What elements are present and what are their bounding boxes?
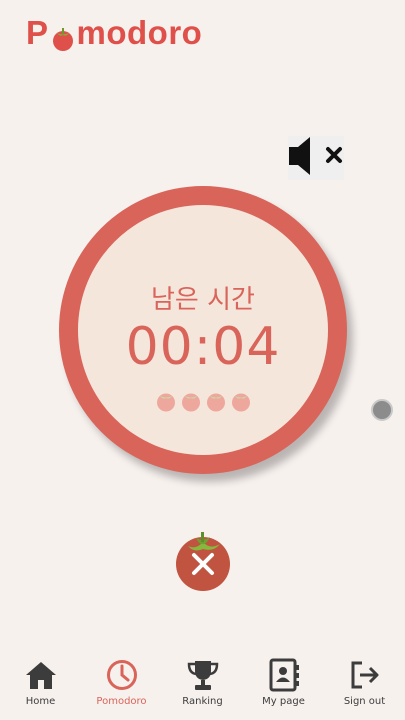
trophy-icon bbox=[186, 658, 220, 692]
completed-tomato-icon bbox=[155, 390, 177, 412]
speaker-mute-icon bbox=[288, 134, 344, 182]
app-logo[interactable]: P modoro bbox=[26, 14, 202, 52]
nav-label-pomodoro: Pomodoro bbox=[96, 696, 147, 707]
mute-toggle-button[interactable] bbox=[288, 136, 344, 180]
clock-icon bbox=[105, 658, 139, 692]
stop-timer-button[interactable] bbox=[174, 528, 232, 592]
timer-ring: 남은 시간 00:04 bbox=[59, 186, 347, 474]
completed-tomatoes bbox=[78, 390, 328, 412]
remaining-time-value: 00:04 bbox=[125, 317, 281, 377]
nav-label-ranking: Ranking bbox=[182, 696, 223, 707]
home-icon bbox=[24, 658, 58, 692]
remaining-time-label: 남은 시간 bbox=[151, 285, 255, 315]
tomato-logo-icon bbox=[50, 22, 76, 51]
floating-handle[interactable] bbox=[371, 399, 393, 421]
nav-item-ranking[interactable]: Ranking bbox=[168, 650, 238, 707]
logo-prefix: P bbox=[26, 14, 49, 51]
contact-book-icon bbox=[267, 658, 301, 692]
nav-item-pomodoro[interactable]: Pomodoro bbox=[87, 650, 157, 707]
nav-label-signout: Sign out bbox=[343, 696, 386, 707]
sign-out-icon bbox=[348, 658, 382, 692]
nav-item-home[interactable]: Home bbox=[6, 650, 76, 707]
logo-suffix: modoro bbox=[76, 14, 203, 51]
completed-tomato-icon bbox=[180, 390, 202, 412]
bottom-navigation: Home Pomodoro Ranking My page Sign out bbox=[0, 650, 405, 720]
nav-label-home: Home bbox=[25, 696, 56, 707]
completed-tomato-icon bbox=[205, 390, 227, 412]
timer-face: 남은 시간 00:04 bbox=[78, 205, 328, 455]
nav-item-mypage[interactable]: My page bbox=[249, 650, 319, 707]
completed-tomato-icon bbox=[230, 390, 252, 412]
nav-label-mypage: My page bbox=[262, 696, 305, 707]
nav-item-signout[interactable]: Sign out bbox=[330, 650, 400, 707]
